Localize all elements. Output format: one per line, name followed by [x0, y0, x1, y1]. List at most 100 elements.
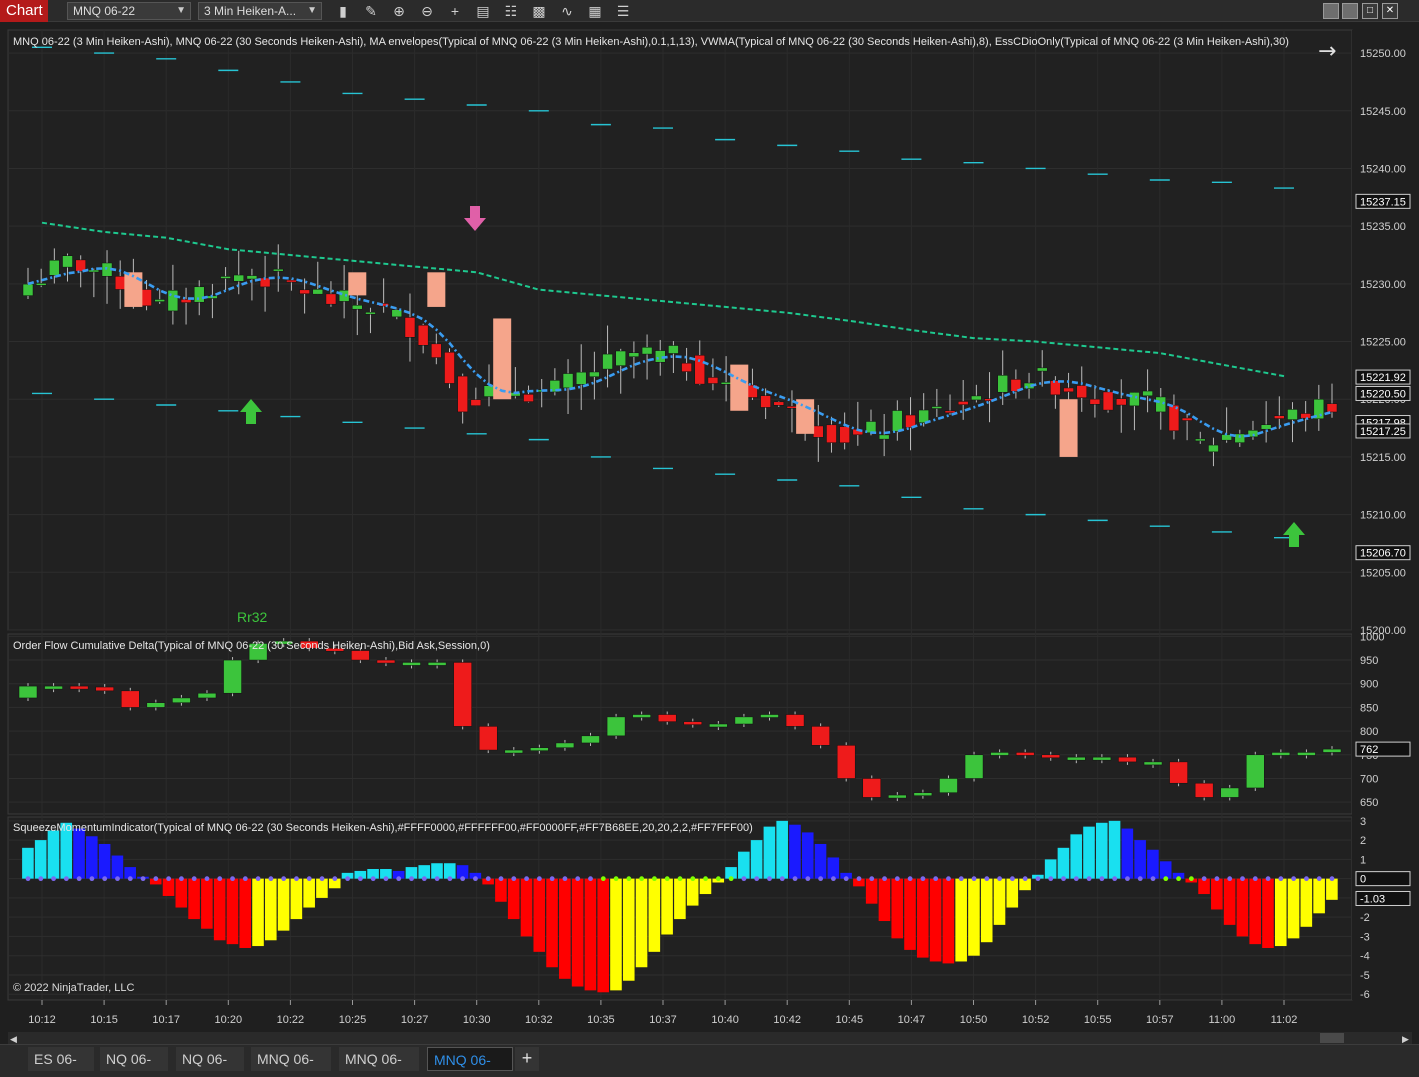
delta-candle [1271, 752, 1291, 756]
momentum-bar [865, 878, 878, 904]
squeeze-dot [38, 876, 44, 882]
scrollbar-thumb[interactable] [1320, 1033, 1344, 1043]
candle [786, 406, 798, 409]
candle [352, 305, 363, 310]
close-icon[interactable]: ✕ [1382, 3, 1398, 19]
horizontal-scrollbar[interactable] [8, 1032, 1412, 1044]
squeeze-dot [1112, 876, 1118, 882]
momentum-bar [1095, 822, 1108, 879]
time-tick-label: 10:12 [28, 1014, 56, 1026]
squeeze-price-tag-text: -1.03 [1360, 893, 1385, 905]
add-tab-icon[interactable]: + [515, 1047, 539, 1071]
squeeze-dot [409, 876, 414, 882]
squeeze-dot [421, 876, 427, 882]
delta-candle [197, 692, 217, 699]
squeeze-dot [281, 876, 287, 882]
squeeze-dot [588, 876, 593, 882]
timeframe-selector[interactable]: 3 Min Heiken-A... ▼ [198, 2, 322, 20]
scroll-left-icon[interactable]: ◀ [10, 1035, 17, 1044]
candle [773, 401, 785, 406]
squeeze-dot [1150, 876, 1156, 882]
zoom-out-icon[interactable]: ⊖ [418, 2, 436, 20]
squeeze-dot [345, 876, 351, 882]
candle [404, 317, 416, 338]
delta-candle [504, 749, 524, 754]
tab-nq-06-22[interactable]: NQ 06-22 [100, 1047, 168, 1077]
candle [628, 352, 640, 357]
zoom-in-icon[interactable]: ⊕ [390, 2, 408, 20]
tab-mnq-06-22-2[interactable]: MNQ 06-22 [339, 1047, 419, 1077]
squeeze-dot [728, 876, 734, 882]
momentum-bar [1134, 840, 1146, 879]
delta-candle [836, 745, 856, 779]
delta-candle [606, 716, 626, 737]
delta-panel[interactable] [7, 633, 1353, 815]
candle [88, 269, 100, 273]
chart-canvas[interactable]: 15250.00 15245.00 15240.00 15235.00 15230.00… [0, 22, 1419, 1044]
squeeze-dot [268, 876, 274, 882]
squeeze-dot [1240, 876, 1245, 882]
squeeze-dot [524, 876, 529, 882]
candle [1142, 390, 1153, 397]
price-tag-text: 15206.70 [1360, 548, 1406, 560]
candle [35, 283, 47, 286]
squeeze-dot [1009, 876, 1015, 882]
squeeze-dot [690, 876, 696, 882]
squeeze-tick-label: 1 [1360, 854, 1366, 866]
squeeze-dot [703, 876, 708, 882]
tab-nq-06-22-2[interactable]: NQ 06-22 [176, 1047, 244, 1077]
instrument-value: MNQ 06-22 [73, 4, 136, 18]
restore-icon[interactable] [1342, 3, 1358, 19]
squeeze-dot [1278, 876, 1284, 882]
candle [273, 268, 284, 272]
squeeze-dot [51, 876, 56, 882]
chart-trader-icon[interactable]: ☰ [614, 2, 632, 20]
signal-marker-text: Rr32 [237, 609, 268, 625]
crosshair-icon[interactable]: + [446, 2, 464, 20]
momentum-bar [968, 878, 980, 956]
delta-candle [1246, 754, 1265, 789]
strategies-icon[interactable]: ▩ [530, 2, 548, 20]
delta-candle [1118, 756, 1137, 763]
minimize-icon[interactable] [1323, 3, 1339, 19]
candle [483, 385, 495, 397]
momentum-bar [904, 878, 916, 950]
squeeze-dot [1252, 876, 1258, 882]
delta-candle [376, 659, 396, 664]
candle [167, 290, 179, 312]
tab-mnq-06-22-active[interactable]: MNQ 06-22 [427, 1047, 513, 1077]
scroll-right-icon[interactable]: ▶ [1402, 1035, 1409, 1044]
momentum-bar [635, 878, 648, 968]
time-tick-label: 11:02 [1271, 1014, 1298, 1026]
draw-tool-icon[interactable]: ✎ [362, 2, 380, 20]
squeeze-dot [1073, 876, 1079, 882]
candle [220, 276, 231, 279]
squeeze-dot [1137, 876, 1143, 882]
tab-mnq-06-22[interactable]: MNQ 06-22 [251, 1047, 331, 1077]
maximize-icon[interactable]: □ [1362, 3, 1378, 19]
momentum-bar [98, 843, 111, 879]
momentum-bar [1236, 878, 1249, 937]
candle [62, 255, 73, 268]
chart-properties-icon[interactable]: ▦ [586, 2, 604, 20]
templates-icon[interactable]: ☷ [502, 2, 520, 20]
scroll-to-end-icon[interactable]: → [1318, 39, 1336, 64]
momentum-bar [162, 878, 175, 896]
squeeze-dot [664, 876, 670, 882]
delta-candle [657, 714, 677, 722]
price-panel[interactable] [7, 29, 1353, 631]
data-box-icon[interactable]: ▤ [474, 2, 492, 20]
candle [918, 409, 929, 423]
momentum-bar [597, 878, 609, 993]
bar-type-icon[interactable]: ▮ [334, 2, 352, 20]
squeeze-dot [562, 876, 568, 882]
delta-candle [121, 690, 140, 708]
time-tick-label: 10:15 [90, 1014, 118, 1026]
instrument-selector[interactable]: MNQ 06-22 ▼ [67, 2, 191, 20]
squeeze-dot [447, 876, 453, 882]
delta-candle [1015, 752, 1035, 756]
ha-candle [730, 364, 749, 411]
indicators-icon[interactable]: ∿ [558, 2, 576, 20]
squeeze-dot [1022, 876, 1028, 882]
tab-es-06-22[interactable]: ES 06-22 [28, 1047, 94, 1077]
